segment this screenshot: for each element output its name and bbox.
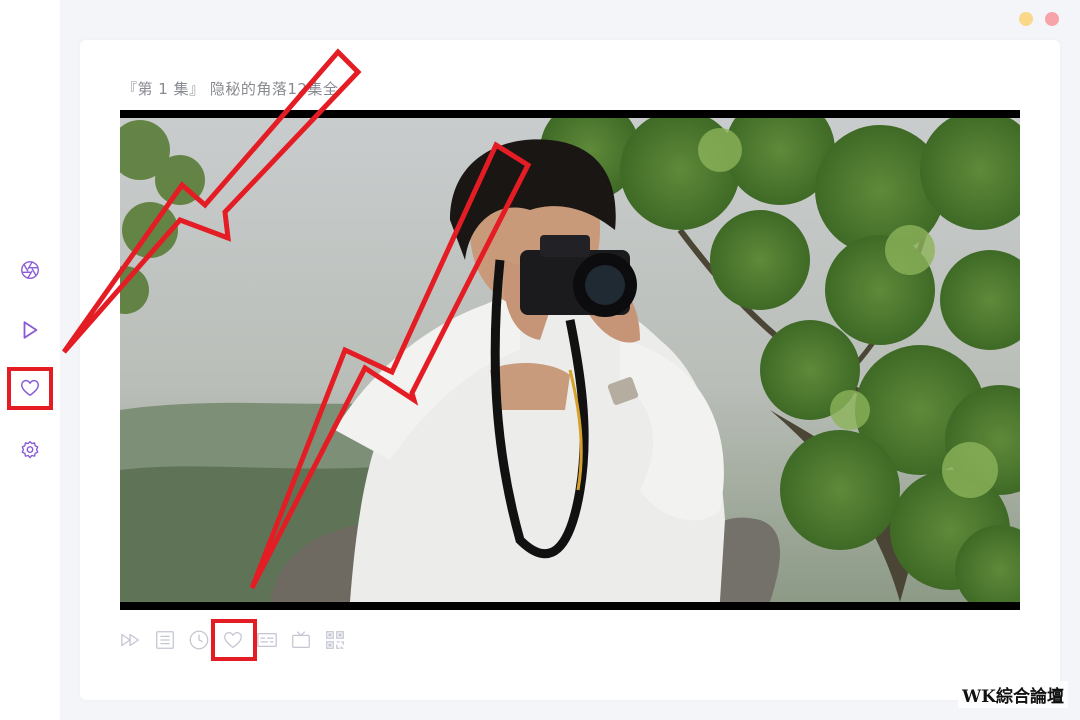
cast-tv-button[interactable] xyxy=(288,627,314,653)
play-icon xyxy=(23,321,38,339)
subtitle-icon xyxy=(257,632,277,648)
sidebar-item-discover[interactable] xyxy=(12,252,48,288)
playlist-icon xyxy=(156,631,174,649)
watermark: WK綜合論壇 xyxy=(958,681,1068,708)
video-frame xyxy=(120,110,1020,610)
clock-icon xyxy=(189,630,209,650)
close-button[interactable] xyxy=(1045,12,1059,26)
qrcode-icon xyxy=(326,631,344,649)
video-player[interactable] xyxy=(120,110,1020,610)
gear-icon xyxy=(21,440,39,459)
tv-icon xyxy=(292,631,310,648)
qrcode-button[interactable] xyxy=(322,627,348,653)
minimize-button[interactable] xyxy=(1019,12,1033,26)
sidebar xyxy=(0,0,60,720)
subtitle-button[interactable] xyxy=(254,627,280,653)
sidebar-item-settings[interactable] xyxy=(12,432,48,468)
heart-icon xyxy=(21,379,39,397)
episode-title: 『第 1 集』 隐秘的角落12集全 xyxy=(122,80,339,98)
sidebar-item-favorites[interactable] xyxy=(12,370,48,406)
next-icon xyxy=(121,633,139,647)
favorite-button[interactable] xyxy=(220,627,246,653)
sidebar-item-play[interactable] xyxy=(12,312,48,348)
aperture-icon xyxy=(21,261,39,279)
history-button[interactable] xyxy=(186,627,212,653)
heart-icon xyxy=(224,632,242,648)
playlist-button[interactable] xyxy=(152,627,178,653)
next-episode-button[interactable] xyxy=(118,627,144,653)
